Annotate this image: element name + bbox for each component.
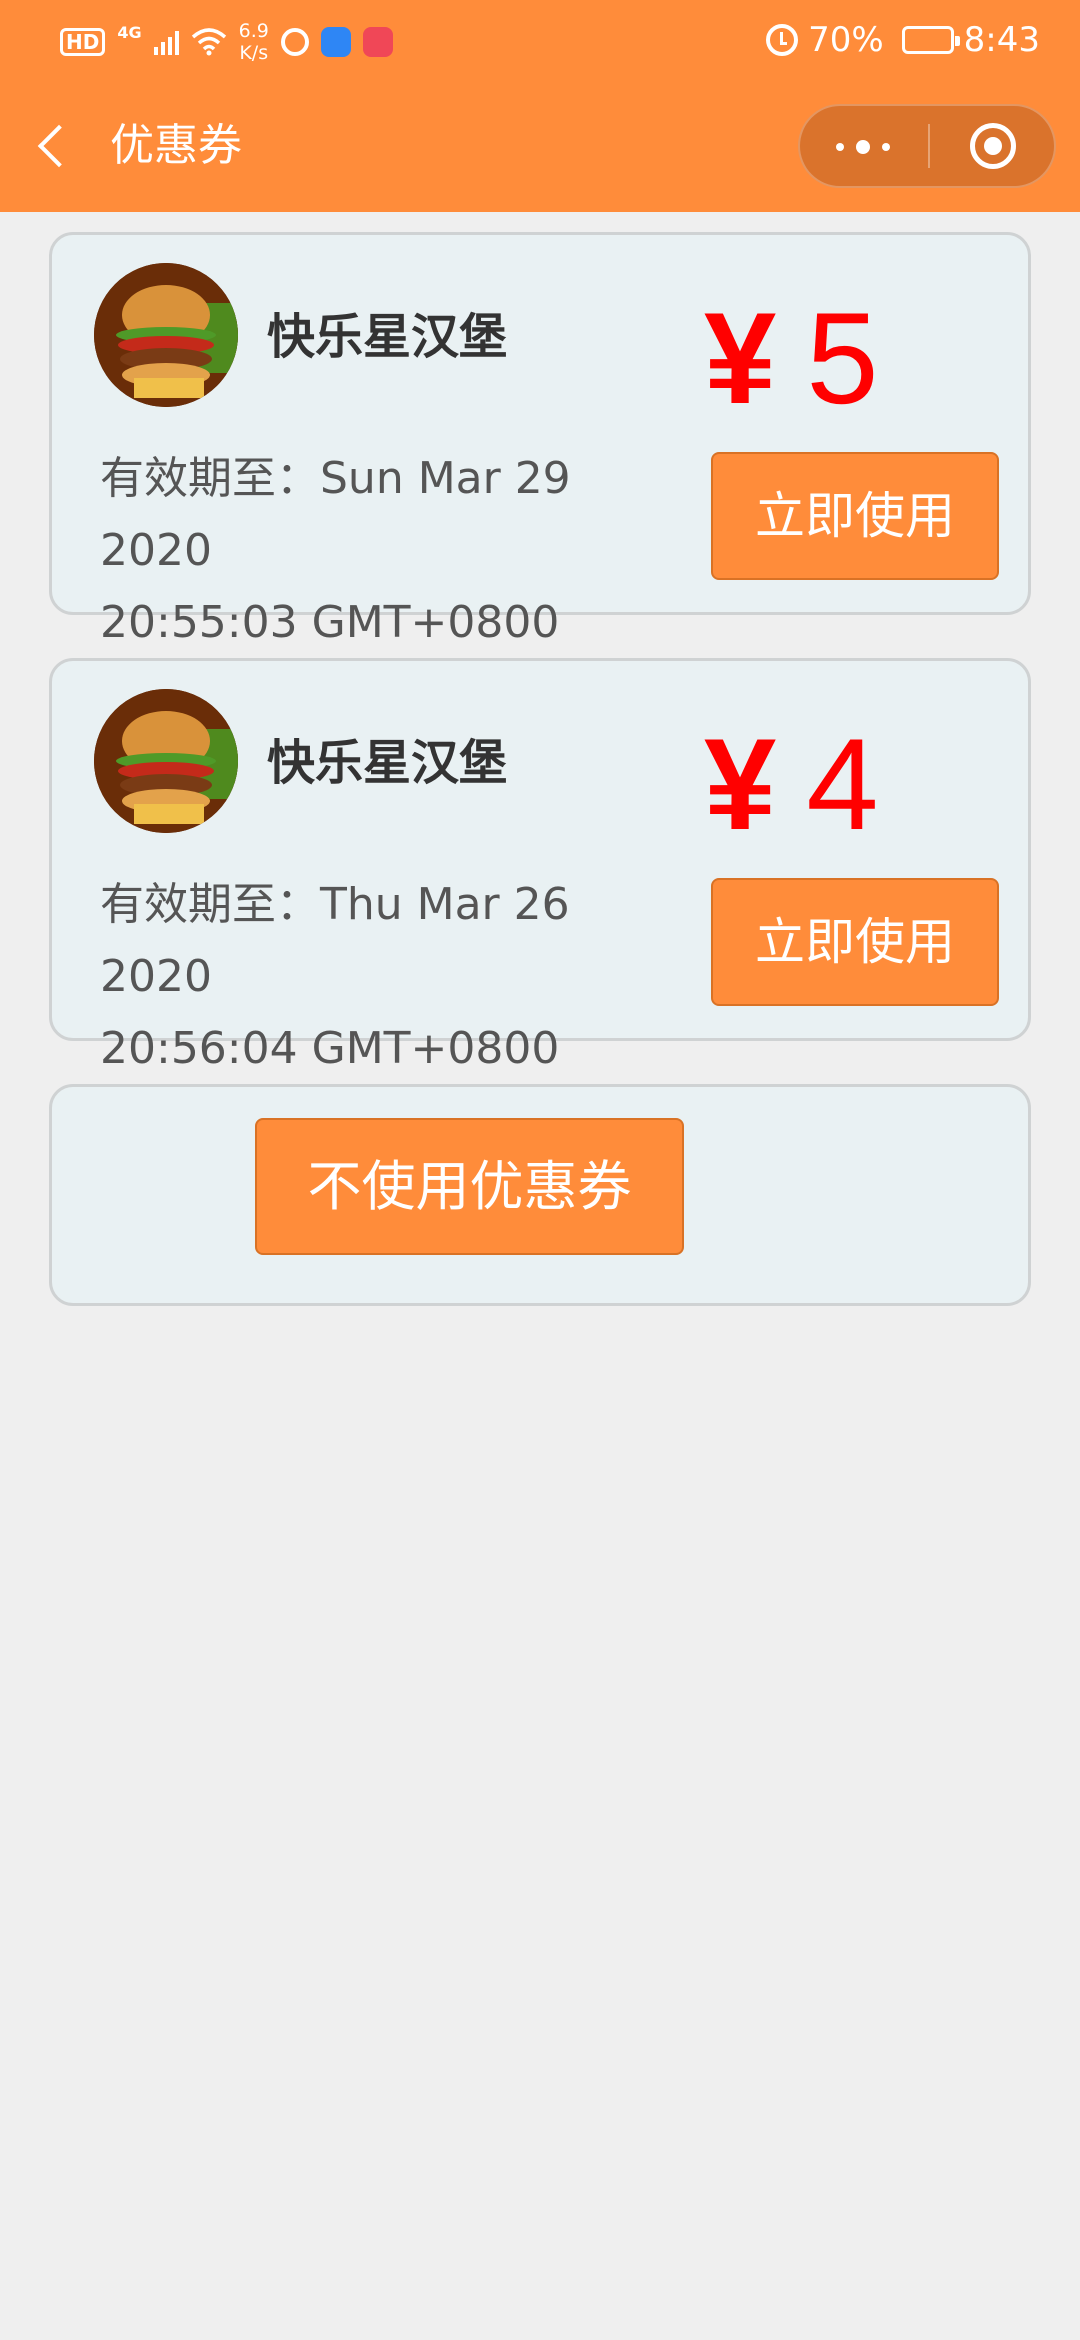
use-now-button[interactable]: 立即使用 xyxy=(711,452,999,580)
speed-unit: K/s xyxy=(239,42,269,64)
coupon-card: 快乐星汉堡 ¥4 有效期至：Thu Mar 26 2020 20:56:04 G… xyxy=(49,658,1031,1146)
mini-program-capsule xyxy=(798,104,1056,188)
expiry-line-1: 有效期至：Sun Mar 29 2020 xyxy=(100,453,571,576)
message-app-icon xyxy=(320,27,351,57)
coupon-amount: 5 xyxy=(806,285,879,431)
more-dots-icon[interactable] xyxy=(800,106,928,186)
burger-image xyxy=(94,689,238,833)
status-left: HD 4G 6.9 K/s xyxy=(60,20,393,64)
currency-symbol: ¥ xyxy=(704,711,777,857)
alarm-icon xyxy=(766,24,799,56)
coupon-price: ¥4 xyxy=(704,709,879,859)
capsule-divider xyxy=(928,124,930,168)
network-speed: 6.9 K/s xyxy=(239,20,269,64)
use-now-button[interactable]: 立即使用 xyxy=(711,878,999,1006)
no-coupon-card: 不使用优惠券 xyxy=(49,1084,1031,1306)
battery-percent: 70% xyxy=(808,20,884,60)
network-type: 4G xyxy=(117,22,142,42)
chevron-left-icon[interactable] xyxy=(30,117,70,173)
signal-icon xyxy=(153,29,179,55)
shop-name: 快乐星汉堡 xyxy=(267,735,508,791)
no-coupon-button[interactable]: 不使用优惠券 xyxy=(255,1118,684,1255)
huawei-app-icon xyxy=(362,27,393,57)
speed-value: 6.9 xyxy=(238,20,269,42)
clock: 8:43 xyxy=(963,20,1040,60)
battery-icon xyxy=(901,26,960,54)
shop-name: 快乐星汉堡 xyxy=(267,309,508,365)
coupon-price: ¥5 xyxy=(704,283,879,433)
currency-symbol: ¥ xyxy=(704,285,777,431)
burger-image xyxy=(94,263,238,407)
page-title: 优惠券 xyxy=(110,120,242,171)
target-close-icon[interactable] xyxy=(970,123,1016,169)
status-bar: HD 4G 6.9 K/s 70% 8:43 xyxy=(0,0,1080,82)
hd-icon: HD xyxy=(60,28,106,56)
weibo-icon xyxy=(280,28,309,56)
coupon-card: 快乐星汉堡 ¥5 有效期至：Sun Mar 29 2020 20:55:03 G… xyxy=(49,232,1031,720)
status-right: 70% 8:43 xyxy=(766,18,1040,62)
coupon-amount: 4 xyxy=(806,711,879,857)
expiry-line-1: 有效期至：Thu Mar 26 2020 xyxy=(100,879,570,1002)
header-bar: HD 4G 6.9 K/s 70% 8:43 优惠券 xyxy=(0,0,1080,212)
wifi-icon xyxy=(191,28,226,56)
